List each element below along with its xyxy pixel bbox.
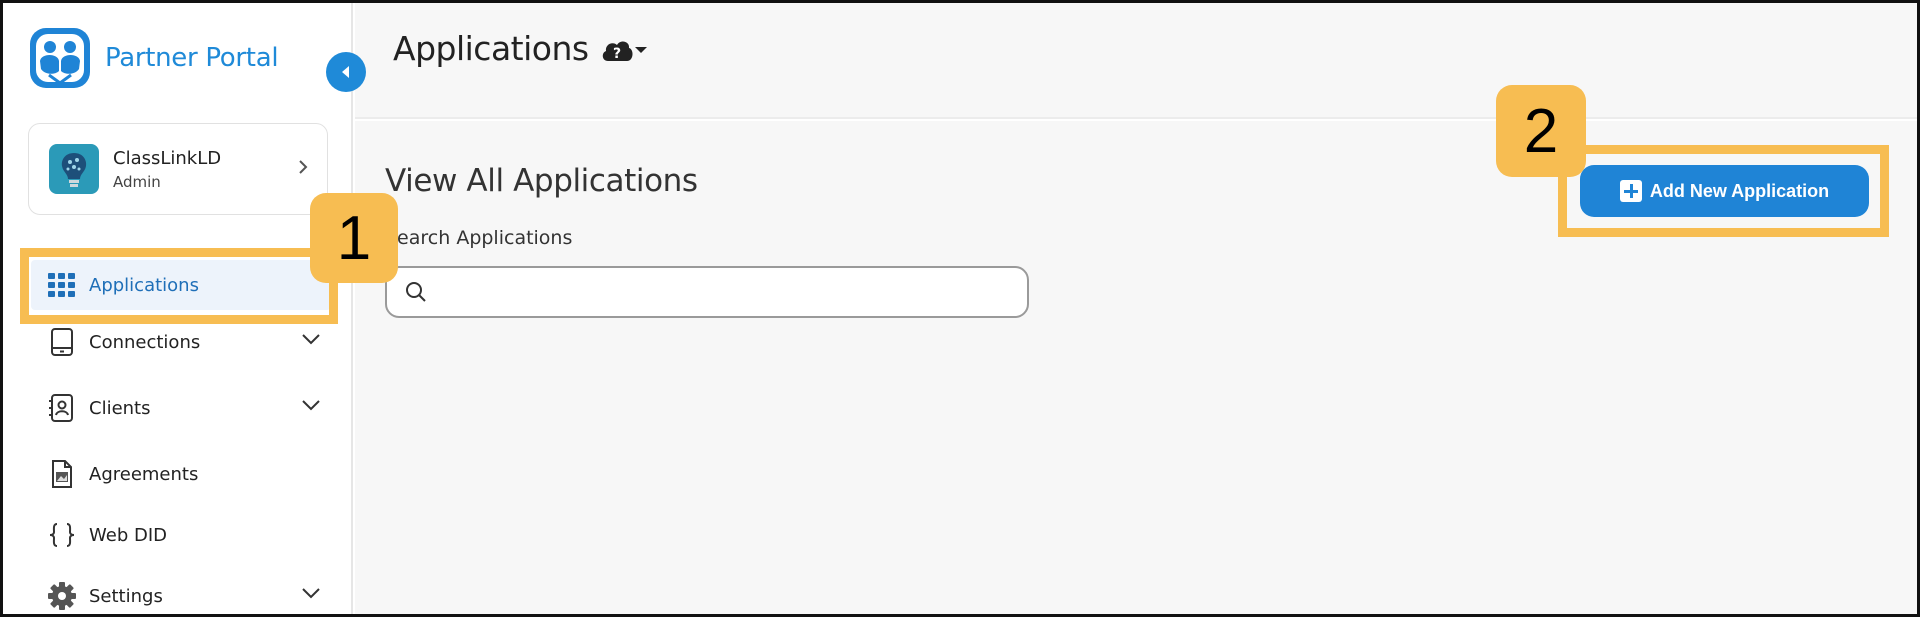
sidebar-item-applications[interactable]: Applications bbox=[31, 260, 331, 310]
top-bar: Applications ? bbox=[355, 3, 1917, 119]
sidebar-item-settings[interactable]: Settings bbox=[31, 571, 331, 614]
chevron-down-icon[interactable] bbox=[301, 586, 321, 600]
chevron-down-icon[interactable] bbox=[301, 332, 321, 346]
grid-icon bbox=[47, 270, 77, 300]
account-name: ClassLinkLD bbox=[113, 147, 222, 169]
search-input[interactable] bbox=[439, 276, 1009, 308]
add-new-application-label: Add New Application bbox=[1649, 180, 1830, 201]
account-role: Admin bbox=[113, 172, 161, 191]
page-title: Applications bbox=[393, 29, 589, 68]
search-label: Search Applications bbox=[385, 227, 573, 249]
brand[interactable]: Partner Portal bbox=[27, 23, 279, 93]
account-avatar bbox=[49, 144, 99, 194]
callout-badge-1: 1 bbox=[310, 193, 398, 283]
sidebar-item-label: Connections bbox=[89, 331, 201, 353]
contact-card-icon bbox=[47, 393, 77, 423]
sidebar-item-clients[interactable]: Clients bbox=[31, 383, 331, 433]
sidebar-item-agreements[interactable]: Agreements bbox=[31, 449, 331, 499]
document-image-icon bbox=[47, 459, 77, 489]
caret-down-icon bbox=[635, 47, 647, 53]
account-switcher[interactable]: ClassLinkLD Admin bbox=[28, 123, 328, 215]
search-field[interactable] bbox=[385, 266, 1029, 318]
brand-name: Partner Portal bbox=[105, 43, 279, 73]
help-dropdown[interactable]: ? bbox=[600, 37, 648, 63]
sidebar-item-label: Applications bbox=[89, 274, 199, 296]
search-icon bbox=[406, 282, 426, 302]
sidebar-item-web-did[interactable]: Web DID bbox=[31, 510, 331, 560]
lightbulb-icon bbox=[61, 153, 87, 187]
sidebar-item-label: Web DID bbox=[89, 524, 167, 546]
plus-square-icon bbox=[1619, 180, 1642, 202]
sidebar: Partner Portal ClassLinkLD Admin Applica… bbox=[3, 3, 353, 614]
sidebar-item-label: Clients bbox=[89, 397, 151, 419]
collapse-sidebar-button[interactable] bbox=[326, 52, 366, 92]
help-cloud-icon: ? bbox=[602, 41, 633, 62]
sidebar-item-label: Settings bbox=[89, 585, 163, 607]
account-text: ClassLinkLD Admin bbox=[113, 148, 221, 191]
sidebar-item-connections[interactable]: Connections bbox=[31, 317, 331, 367]
partner-portal-logo-icon bbox=[30, 28, 90, 88]
chevron-down-icon[interactable] bbox=[301, 398, 321, 412]
gear-icon bbox=[47, 581, 77, 611]
curly-braces-icon bbox=[47, 520, 77, 550]
section-title: View All Applications bbox=[385, 163, 698, 199]
callout-badge-2: 2 bbox=[1496, 85, 1586, 177]
caret-left-icon bbox=[342, 66, 349, 78]
svg-text:?: ? bbox=[613, 46, 621, 62]
tablet-icon bbox=[47, 327, 77, 357]
sidebar-item-label: Agreements bbox=[89, 463, 199, 485]
app-window: Partner Portal ClassLinkLD Admin Applica… bbox=[0, 0, 1920, 617]
add-new-application-button[interactable]: Add New Application bbox=[1580, 165, 1869, 217]
chevron-right-icon bbox=[299, 160, 308, 174]
